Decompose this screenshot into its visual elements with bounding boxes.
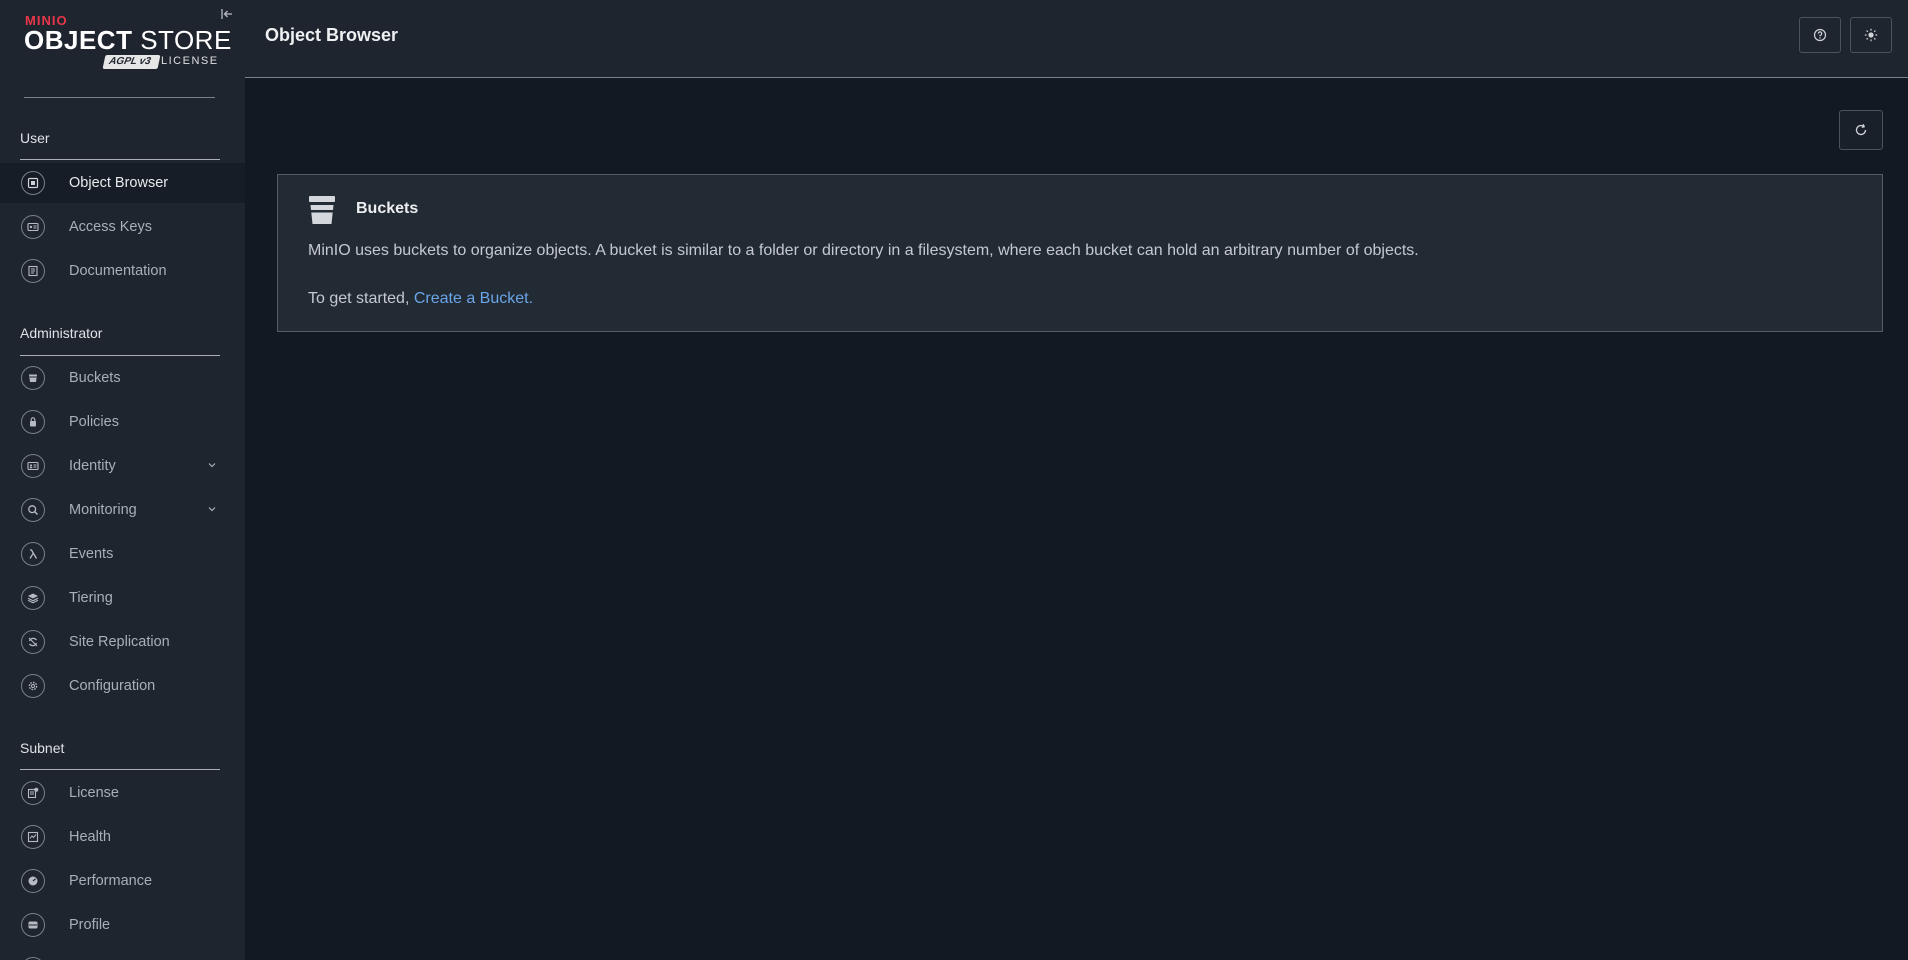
sidebar-item-label: Identity — [69, 458, 116, 474]
sidebar-item-buckets[interactable]: Buckets — [0, 358, 245, 398]
section-divider — [20, 769, 220, 770]
logo-product: OBJECT STORE — [24, 25, 232, 55]
sidebar-item-label: Access Keys — [69, 219, 152, 235]
chevron-down-icon[interactable] — [207, 504, 217, 514]
sidebar-item-events[interactable]: Events — [0, 534, 245, 574]
sidebar-item-partial[interactable] — [0, 949, 245, 960]
lambda-icon — [21, 542, 45, 566]
refresh-icon — [1855, 124, 1867, 136]
section-user: User — [20, 130, 50, 146]
chevron-down-icon[interactable] — [207, 460, 217, 470]
sun-icon — [1864, 28, 1878, 42]
card-description: MinIO uses buckets to organize objects. … — [308, 242, 1419, 259]
replication-icon — [21, 630, 45, 654]
sidebar: MINIO OBJECT STORE AGPL v3 LICENSE User … — [0, 0, 245, 960]
object-browser-icon — [21, 171, 45, 195]
sidebar-item-label: Health — [69, 829, 111, 845]
logo-agpl-badge: AGPL v3 — [102, 55, 160, 69]
minio-logo: MINIO OBJECT STORE AGPL v3 LICENSE — [24, 13, 231, 73]
link-period: . — [528, 290, 534, 307]
sidebar-item-documentation[interactable]: Documentation — [0, 251, 245, 291]
layers-icon — [21, 586, 45, 610]
sidebar-item-label: Object Browser — [69, 175, 169, 191]
get-started-text: To get started, Create a Bucket. — [308, 290, 534, 307]
identity-icon — [21, 454, 45, 478]
sidebar-item-tiering[interactable]: Tiering — [0, 578, 245, 618]
sidebar-item-site-replication[interactable]: Site Replication — [0, 622, 245, 662]
help-button[interactable] — [1799, 17, 1841, 53]
sidebar-item-label: Tiering — [69, 590, 113, 606]
profile-icon — [21, 913, 45, 937]
sidebar-item-access-keys[interactable]: Access Keys — [0, 207, 245, 247]
sidebar-item-policies[interactable]: Policies — [0, 402, 245, 442]
page-header: Object Browser — [245, 0, 1908, 78]
access-keys-icon — [21, 215, 45, 239]
gauge-icon — [21, 869, 45, 893]
sidebar-item-object-browser[interactable]: Object Browser — [0, 163, 245, 203]
license-icon — [21, 781, 45, 805]
monitoring-icon — [21, 498, 45, 522]
logo-divider — [24, 97, 215, 98]
section-subnet: Subnet — [20, 740, 65, 756]
lock-icon — [21, 410, 45, 434]
card-title: Buckets — [356, 200, 419, 217]
sidebar-item-label: Policies — [69, 414, 119, 430]
sidebar-item-identity[interactable]: Identity — [0, 446, 245, 486]
collapse-sidebar-icon[interactable] — [220, 7, 234, 21]
sidebar-item-label: Documentation — [69, 263, 167, 279]
sidebar-item-configuration[interactable]: Configuration — [0, 666, 245, 706]
sidebar-item-label: Configuration — [69, 678, 156, 694]
sidebar-item-performance[interactable]: Performance — [0, 861, 245, 901]
sidebar-item-label: Monitoring — [69, 502, 137, 518]
sidebar-item-profile[interactable]: Profile — [0, 905, 245, 945]
health-icon — [21, 825, 45, 849]
logo-license: LICENSE — [161, 55, 219, 67]
bucket-icon — [309, 196, 335, 224]
documentation-icon — [21, 259, 45, 283]
create-bucket-link[interactable]: Create a Bucket — [414, 290, 529, 307]
sidebar-item-label: Site Replication — [69, 634, 170, 650]
sidebar-item-label: License — [69, 785, 119, 801]
sidebar-item-health[interactable]: Health — [0, 817, 245, 857]
refresh-button[interactable] — [1839, 110, 1883, 150]
help-icon — [1813, 28, 1827, 42]
page-title: Object Browser — [265, 25, 399, 45]
sidebar-item-label: Performance — [69, 873, 153, 889]
sidebar-item-license[interactable]: License — [0, 773, 245, 813]
buckets-info-card: Buckets MinIO uses buckets to organize o… — [277, 174, 1883, 332]
sidebar-item-label: Buckets — [69, 370, 121, 386]
section-divider — [20, 159, 220, 160]
gear-icon — [21, 674, 45, 698]
section-administrator: Administrator — [20, 325, 103, 341]
theme-toggle-button[interactable] — [1850, 17, 1892, 53]
section-divider — [20, 355, 220, 356]
sidebar-item-label: Profile — [69, 917, 111, 933]
sidebar-item-label: Events — [69, 546, 114, 562]
sidebar-item-monitoring[interactable]: Monitoring — [0, 490, 245, 530]
bucket-icon — [21, 366, 45, 390]
